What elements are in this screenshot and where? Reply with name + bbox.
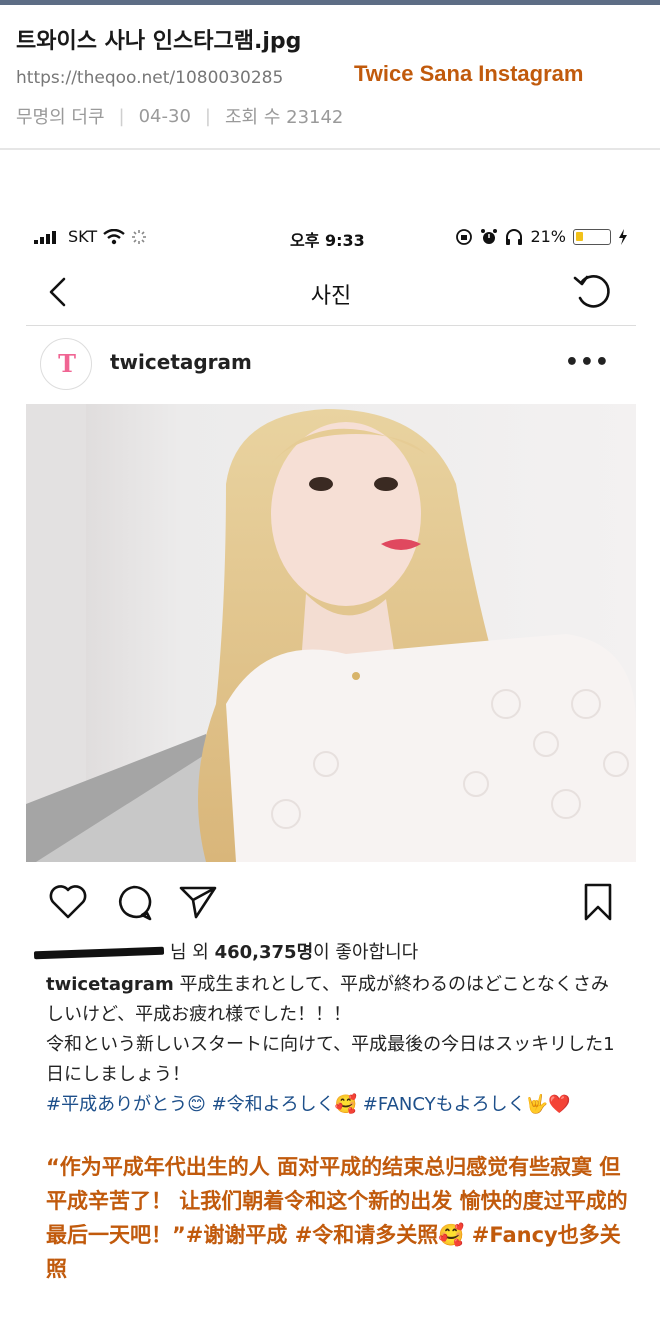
status-left: SKT [34,227,147,246]
status-right: 21% [455,227,628,246]
redacted-username [33,946,165,960]
twice-logo-icon: T [58,349,76,378]
like-heart-icon[interactable] [48,884,88,920]
post-caption: twicetagram 平成生まれとして、平成が終わるのはどことなくさみしいけど… [46,970,626,1120]
nav-bar: 사진 [26,260,636,326]
post-title: 트와이스 사나 인스타그램.jpg [16,29,302,54]
charging-icon [619,228,627,245]
battery-percent: 21% [530,227,566,246]
status-time: 오후 9:33 [290,231,365,250]
likes-suffix: 이 좋아합니다 [313,942,419,963]
carrier-label: SKT [68,227,98,246]
chinese-translation: “作为平成年代出生的人 面对平成的结束总归感觉有些寂寞 但平成辛苦了！ 让我们朝… [46,1155,628,1281]
post-author: 무명의 더쿠 [16,107,105,128]
loading-icon [132,229,147,244]
post-photo[interactable] [26,404,636,862]
battery-icon [573,228,611,245]
wifi-icon [103,228,125,244]
bookmark-icon[interactable] [582,882,614,922]
meta-divider: | [118,105,125,127]
phone-screenshot: SKT 오후 9:33 21% 사진 T twicetagram ••• 님 외… [26,220,636,1320]
caption-line-2: 令和という新しいスタートに向けて、平成最後の今日はスッキリした1日にしましょう！ [46,1034,615,1085]
likes-count: 460,375명 [214,942,314,963]
headphones-icon [506,228,523,245]
caption-username[interactable]: twicetagram [46,974,174,995]
caption-hashtags[interactable]: #平成ありがとう😊 #令和よろしく🥰 #FANCYもよろしく🤟❤️ [46,1094,570,1115]
portrait-image [26,404,636,862]
post-date: 04-30 [138,105,191,127]
post-actions [26,880,636,928]
alarm-icon [481,228,498,244]
post-url[interactable]: https://theqoo.net/1080030285 [16,68,283,88]
meta-divider: | [204,105,211,127]
post-account-row: T twicetagram ••• [26,336,636,392]
nav-title: 사진 [310,284,352,309]
post-annotation: Twice Sana Instagram [354,61,584,86]
share-icon[interactable] [178,884,218,920]
more-options-icon[interactable]: ••• [565,350,610,375]
avatar[interactable]: T [40,338,92,390]
likes-line[interactable]: 님 외 460,375명이 좋아합니다 [33,938,419,963]
status-bar: SKT 오후 9:33 21% [26,220,636,254]
post-views: 조회 수 23142 [225,107,344,128]
post-header: 트와이스 사나 인스타그램.jpg https://theqoo.net/108… [0,5,660,150]
signal-icon [34,230,56,244]
battery-fill [576,231,583,241]
likes-prefix: 님 외 [170,942,215,963]
account-username[interactable]: twicetagram [110,350,252,374]
post-meta: 무명의 더쿠 | 04-30 | 조회 수 23142 [16,103,343,129]
refresh-icon[interactable] [572,270,614,312]
lock-rotation-icon [456,228,473,245]
comment-icon[interactable] [114,884,154,922]
